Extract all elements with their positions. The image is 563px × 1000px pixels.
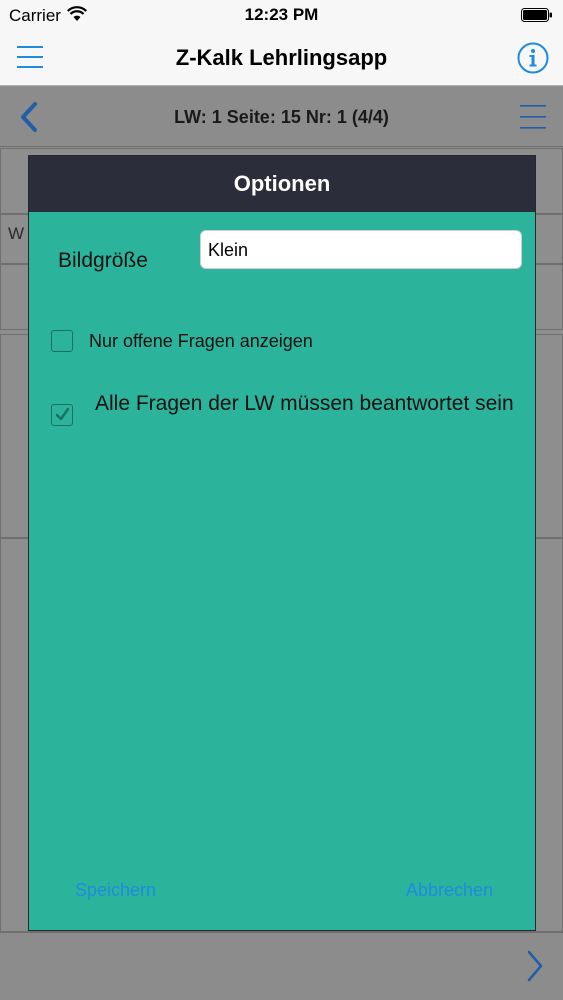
app-title: Z-Kalk Lehrlingsapp xyxy=(175,45,388,70)
image-size-select[interactable]: Klein xyxy=(200,230,522,269)
dialog-header: Optionen xyxy=(29,156,535,212)
checkmark-icon xyxy=(55,407,70,421)
next-chevron-icon[interactable] xyxy=(525,949,545,983)
open-questions-label[interactable]: Nur offene Fragen anzeigen xyxy=(89,331,313,352)
list-icon[interactable] xyxy=(519,103,547,131)
status-bar: Carrier 12:23 PM xyxy=(0,0,563,30)
bg-partial-text: W xyxy=(8,224,25,243)
footer-bar xyxy=(0,932,563,1000)
save-button[interactable]: Speichern xyxy=(75,880,156,901)
dialog-title: Optionen xyxy=(233,171,331,196)
battery-icon xyxy=(521,8,552,22)
info-icon[interactable] xyxy=(517,42,549,74)
nav-bar: Z-Kalk Lehrlingsapp xyxy=(0,30,563,86)
app-screen: Carrier 12:23 PM Z-Kalk Lehrlingsapp LW:… xyxy=(0,0,563,1000)
all-required-label[interactable]: Alle Fragen der LW müssen beantwortet se… xyxy=(95,390,535,418)
status-time: 12:23 PM xyxy=(244,5,319,24)
sub-header: LW: 1 Seite: 15 Nr: 1 (4/4) xyxy=(0,87,563,147)
options-dialog: Optionen Bildgröße Klein Nur offene Frag… xyxy=(28,155,536,931)
image-size-label: Bildgröße xyxy=(58,249,148,272)
question-position-title: LW: 1 Seite: 15 Nr: 1 (4/4) xyxy=(174,107,389,127)
cancel-button[interactable]: Abbrechen xyxy=(406,880,493,901)
open-questions-checkbox[interactable] xyxy=(51,330,73,352)
all-required-checkbox[interactable] xyxy=(51,404,73,426)
